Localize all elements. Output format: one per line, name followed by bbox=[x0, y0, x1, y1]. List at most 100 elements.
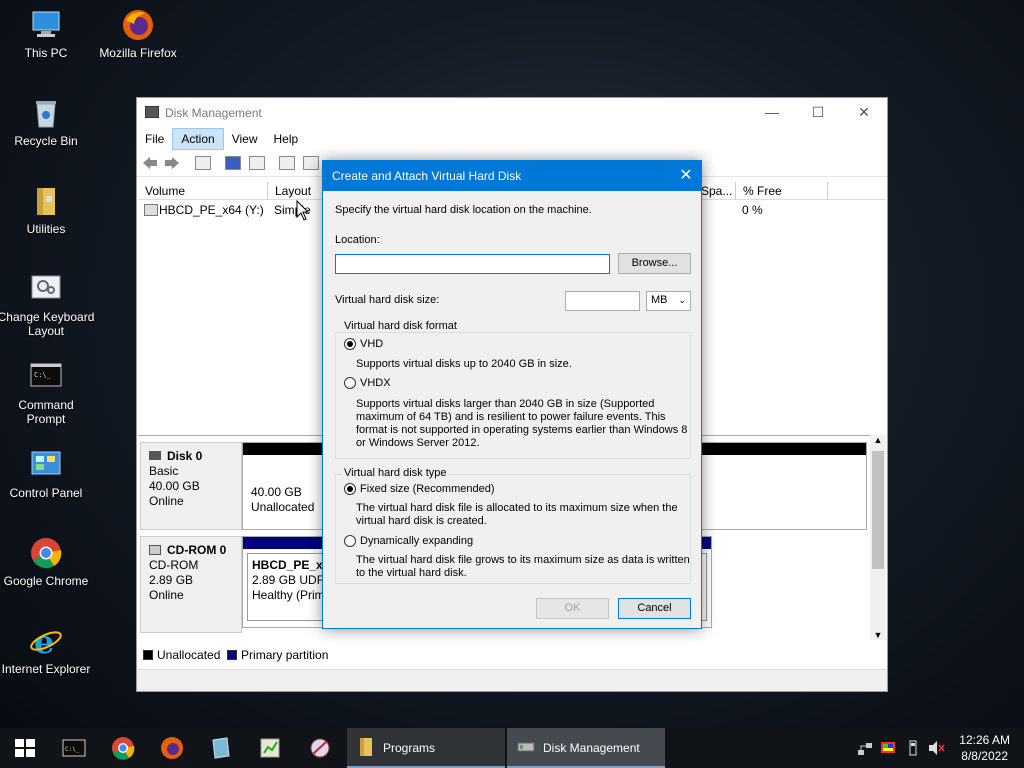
location-input[interactable] bbox=[335, 254, 610, 274]
dialog-titlebar[interactable]: Create and Attach Virtual Hard Disk ✕ bbox=[323, 161, 701, 191]
create-attach-vhd-dialog: Create and Attach Virtual Hard Disk ✕ Sp… bbox=[322, 160, 702, 629]
minimize-button[interactable]: — bbox=[749, 98, 795, 128]
disk-0-type: Basic bbox=[149, 464, 179, 478]
volume-muted-icon[interactable] bbox=[928, 740, 946, 759]
unit-value: MB bbox=[651, 294, 668, 306]
taskbar-command-prompt-icon[interactable]: C:\_ bbox=[62, 736, 86, 760]
vhdx-radio[interactable] bbox=[344, 377, 356, 389]
network-tray-icon[interactable] bbox=[857, 740, 873, 759]
vhdx-label[interactable]: VHDX bbox=[360, 377, 391, 389]
help-icon[interactable] bbox=[225, 156, 241, 170]
taskbar-tool-icon[interactable] bbox=[308, 736, 332, 760]
usb-tray-icon[interactable] bbox=[906, 740, 920, 759]
desktop-icon-change-keyboard-layout[interactable]: Change Keyboard Layout bbox=[0, 272, 94, 338]
menu-view[interactable]: View bbox=[224, 129, 266, 149]
ok-button[interactable]: OK bbox=[536, 598, 609, 619]
scroll-down-icon[interactable]: ▼ bbox=[870, 630, 886, 640]
properties-icon[interactable] bbox=[195, 156, 211, 170]
maximize-button[interactable]: ☐ bbox=[795, 98, 841, 128]
desktop-icon-recycle-bin[interactable]: Recycle Bin bbox=[0, 96, 94, 148]
menu-bar: File Action View Help bbox=[137, 128, 887, 150]
scroll-up-icon[interactable]: ▲ bbox=[870, 435, 886, 445]
legend: Unallocated Primary partition bbox=[143, 648, 328, 662]
cd-drive-icon bbox=[149, 545, 161, 555]
menu-help[interactable]: Help bbox=[266, 129, 307, 149]
taskbar-item-label: Disk Management bbox=[543, 741, 640, 755]
fixed-size-label[interactable]: Fixed size (Recommended) bbox=[360, 483, 495, 495]
vhd-label[interactable]: VHD bbox=[360, 338, 383, 350]
column-layout[interactable]: Layout bbox=[268, 182, 326, 200]
keyboard-settings-icon bbox=[29, 272, 63, 306]
browse-button[interactable]: Browse... bbox=[618, 253, 691, 274]
disk-icon bbox=[149, 451, 161, 460]
recycle-bin-icon bbox=[29, 96, 63, 130]
cd-drive-icon bbox=[144, 204, 158, 216]
scrollbar-thumb[interactable] bbox=[872, 451, 884, 569]
fixed-size-description: The virtual hard disk file is allocated … bbox=[356, 502, 678, 527]
menu-file[interactable]: File bbox=[137, 129, 172, 149]
menu-action[interactable]: Action bbox=[172, 128, 224, 150]
windows-logo-icon bbox=[15, 739, 35, 757]
desktop-icon-utilities[interactable]: Utilities bbox=[0, 184, 94, 236]
view-icon[interactable] bbox=[249, 156, 265, 170]
desktop-icon-google-chrome[interactable]: Google Chrome bbox=[0, 536, 94, 588]
folder-icon bbox=[29, 184, 63, 218]
vhd-description: Supports virtual disks up to 2040 GB in … bbox=[356, 358, 572, 370]
dynamic-radio[interactable] bbox=[344, 535, 356, 547]
taskbar-item-label: Programs bbox=[383, 741, 436, 755]
desktop-icon-control-panel[interactable]: Control Panel bbox=[0, 448, 94, 500]
chevron-down-icon: ⌄ bbox=[678, 295, 686, 305]
internet-explorer-icon: e bbox=[29, 623, 63, 661]
chrome-icon bbox=[29, 536, 63, 570]
vertical-scrollbar[interactable]: ▲ ▼ bbox=[870, 435, 886, 640]
taskbar-chrome-icon[interactable] bbox=[111, 736, 135, 760]
desktop-icon-label: This PC bbox=[24, 46, 68, 60]
vhd-radio[interactable] bbox=[344, 338, 356, 350]
primary-partition-swatch bbox=[227, 650, 238, 660]
connect-icon[interactable] bbox=[279, 156, 295, 170]
cancel-button[interactable]: Cancel bbox=[618, 598, 691, 619]
taskbar-notes-icon[interactable] bbox=[209, 736, 233, 760]
dialog-intro: Specify the virtual hard disk location o… bbox=[335, 204, 592, 216]
desktop-icon-label: Control Panel bbox=[9, 486, 83, 500]
desktop-icon-command-prompt[interactable]: C:\_ Command Prompt bbox=[0, 360, 94, 426]
desktop-icon-this-pc[interactable]: This PC bbox=[0, 8, 94, 60]
window-title: Disk Management bbox=[165, 106, 262, 120]
desktop-icon-internet-explorer[interactable]: e Internet Explorer bbox=[0, 623, 94, 676]
desktop-icon-label: Google Chrome bbox=[3, 574, 89, 588]
start-button[interactable] bbox=[13, 736, 37, 760]
forward-arrow-icon[interactable] bbox=[164, 156, 180, 170]
volume-name: HBCD_PE_x64 (Y:) bbox=[159, 203, 264, 217]
taskbar-item-programs[interactable]: Programs bbox=[347, 728, 505, 768]
display-tray-icon[interactable] bbox=[880, 740, 896, 759]
cdrom-0-label[interactable]: CD-ROM 0 CD-ROM 2.89 GB Online bbox=[140, 536, 242, 633]
window-titlebar[interactable]: Disk Management — ☐ ✕ bbox=[137, 98, 887, 128]
close-button[interactable]: ✕ bbox=[841, 98, 887, 128]
svg-text:e: e bbox=[34, 624, 54, 658]
dynamic-label[interactable]: Dynamically expanding bbox=[360, 535, 473, 547]
disk-management-icon bbox=[145, 106, 159, 118]
fixed-size-radio[interactable] bbox=[344, 483, 356, 495]
desktop-icon-label: Change Keyboard Layout bbox=[0, 310, 95, 338]
format-group-title: Virtual hard disk format bbox=[343, 320, 458, 332]
size-input[interactable] bbox=[565, 291, 640, 311]
desktop-icon-label: Internet Explorer bbox=[1, 662, 91, 676]
system-clock[interactable]: 12:26 AM 8/8/2022 bbox=[959, 732, 1010, 764]
dynamic-description: The virtual hard disk file grows to its … bbox=[356, 554, 690, 579]
taskbar-chart-tool-icon[interactable] bbox=[258, 736, 282, 760]
unit-select[interactable]: MB ⌄ bbox=[646, 291, 691, 311]
disk-0-label[interactable]: Disk 0 Basic 40.00 GB Online bbox=[140, 442, 242, 530]
back-arrow-icon[interactable] bbox=[142, 156, 158, 170]
column-percent-free[interactable]: % Free bbox=[736, 182, 828, 200]
desktop-icon-label: Command Prompt bbox=[18, 398, 74, 426]
taskbar-item-disk-management[interactable]: Disk Management bbox=[507, 728, 665, 768]
taskbar-firefox-icon[interactable] bbox=[160, 736, 184, 760]
column-volume[interactable]: Volume bbox=[138, 182, 268, 200]
legend-unallocated: Unallocated bbox=[157, 648, 221, 662]
computer-icon bbox=[29, 8, 63, 42]
list-icon[interactable] bbox=[303, 156, 319, 170]
terminal-icon: C:\_ bbox=[29, 360, 63, 394]
dialog-close-icon[interactable]: ✕ bbox=[671, 161, 701, 191]
disk-management-icon bbox=[517, 737, 535, 757]
desktop-icon-firefox[interactable]: Mozilla Firefox bbox=[90, 8, 186, 60]
